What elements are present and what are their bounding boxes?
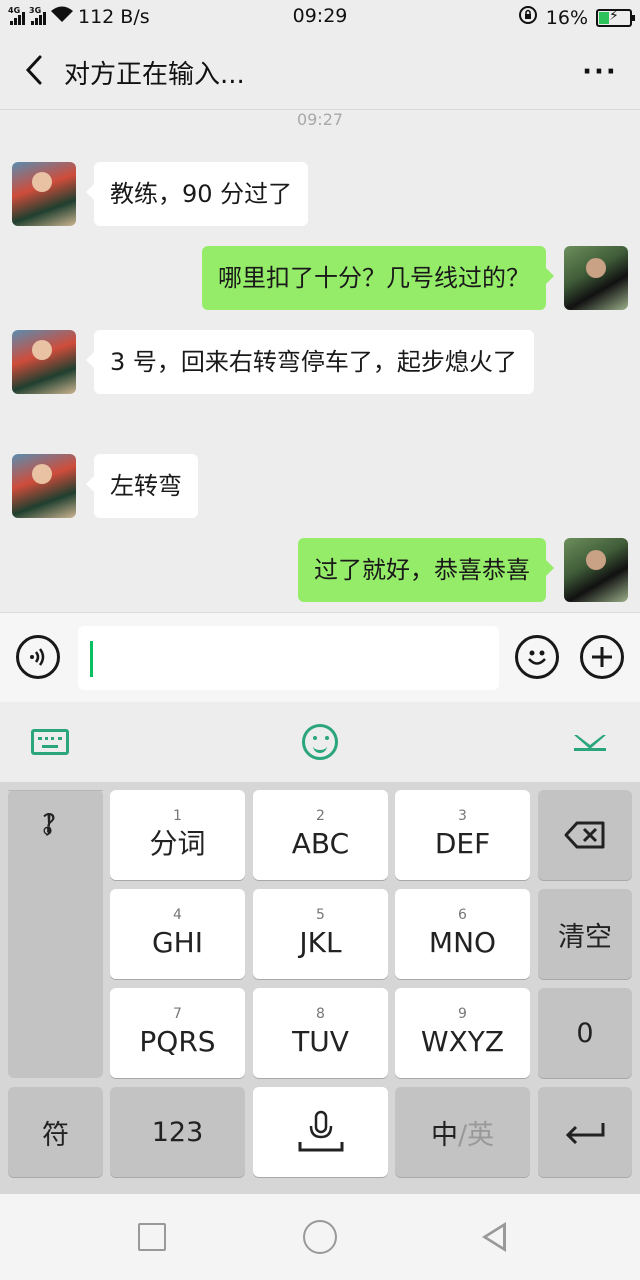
message-input[interactable] xyxy=(78,626,499,690)
key-3[interactable]: 3 DEF xyxy=(395,790,530,880)
emoji-button[interactable] xyxy=(515,635,559,679)
key-number: 2 xyxy=(316,808,325,824)
status-right: 16% ⚡ xyxy=(518,5,635,30)
clear-key[interactable]: 清空 xyxy=(538,889,632,979)
space-voice-key[interactable] xyxy=(253,1087,388,1177)
message-bubble[interactable]: 教练，90 分过了 xyxy=(85,162,309,226)
hide-keyboard-icon[interactable] xyxy=(570,720,610,764)
chat-title: 对方正在输入... xyxy=(64,60,245,90)
battery-icon: ⚡ xyxy=(596,8,635,27)
system-back-icon[interactable] xyxy=(478,1220,512,1254)
key-number: 3 xyxy=(458,808,467,824)
battery-percent: 16% xyxy=(545,6,588,29)
back-arrow-icon xyxy=(25,55,42,85)
key-label: WXYZ xyxy=(420,1025,505,1058)
key-label: ABC xyxy=(291,827,350,860)
lang-secondary: 英 xyxy=(467,1119,495,1151)
number-mode-key[interactable]: 123 xyxy=(110,1087,245,1177)
keyboard-toolbar xyxy=(0,702,640,782)
rotation-lock-icon xyxy=(518,5,538,30)
language-switch-key[interactable]: 中/英 xyxy=(395,1087,530,1177)
contact-avatar[interactable] xyxy=(12,330,76,394)
message-timestamp: 09:27 xyxy=(296,110,344,129)
chat-header: 对方正在输入... ··· xyxy=(0,34,640,110)
message-bubble[interactable]: 哪里扣了十分？几号线过的？ xyxy=(202,246,554,310)
home-icon[interactable] xyxy=(303,1220,337,1254)
microphone-icon xyxy=(298,1110,343,1152)
lang-primary: 中 xyxy=(430,1119,458,1151)
chat-area[interactable]: 09:27 教练，90 分过了 哪里扣了十分？几号线过的？ 3 号，回来右转弯停… xyxy=(0,110,640,612)
message-bubble[interactable]: 3 号，回来右转弯停车了，起步熄火了 xyxy=(86,330,534,394)
language-label: 中/英 xyxy=(431,1113,494,1152)
more-functions-button[interactable] xyxy=(580,635,624,679)
key-label: 0 xyxy=(576,1017,594,1049)
key-label: 123 xyxy=(151,1116,204,1148)
key-8[interactable]: 8 TUV xyxy=(253,988,388,1078)
punctuation-column[interactable]: ， 。 ？ ！ xyxy=(8,790,103,1078)
key-label: TUV xyxy=(292,1025,349,1058)
plus-icon xyxy=(592,647,612,667)
key-6[interactable]: 6 MNO xyxy=(395,889,530,979)
more-options-button[interactable]: ··· xyxy=(578,52,622,92)
system-navigation-bar xyxy=(0,1194,640,1280)
message-bubble[interactable]: 过了就好，恭喜恭喜 xyxy=(298,538,554,602)
contact-avatar[interactable] xyxy=(12,454,76,518)
key-1[interactable]: 1 分词 xyxy=(110,790,245,880)
keyboard-icon[interactable] xyxy=(30,720,70,764)
symbol-key[interactable]: 符 xyxy=(8,1087,103,1177)
contact-avatar[interactable] xyxy=(12,162,76,226)
key-number: 6 xyxy=(458,907,467,923)
smiley-icon[interactable] xyxy=(300,720,340,764)
key-number: 8 xyxy=(316,1006,325,1022)
key-label: 分词 xyxy=(149,827,206,860)
self-avatar[interactable] xyxy=(564,538,628,602)
text-cursor xyxy=(90,641,93,677)
backspace-icon xyxy=(564,821,605,849)
voice-icon xyxy=(30,648,45,666)
recent-apps-icon[interactable] xyxy=(138,1223,166,1251)
zero-key[interactable]: 0 xyxy=(538,988,632,1078)
key-number: 9 xyxy=(458,1006,467,1022)
key-label: MNO xyxy=(428,926,497,959)
backspace-key[interactable] xyxy=(538,790,632,880)
key-label: PQRS xyxy=(139,1025,216,1058)
key-label: 清空 xyxy=(558,921,612,953)
enter-icon xyxy=(565,1123,605,1145)
key-number: 5 xyxy=(316,907,325,923)
enter-key[interactable] xyxy=(538,1087,632,1177)
key-label: DEF xyxy=(434,827,491,860)
message-bubble[interactable]: 左转弯 xyxy=(86,454,198,518)
emoji-icon xyxy=(528,650,546,665)
back-button[interactable] xyxy=(14,50,54,90)
key-4[interactable]: 4 GHI xyxy=(110,889,245,979)
key-5[interactable]: 5 JKL xyxy=(253,889,388,979)
self-avatar[interactable] xyxy=(564,246,628,310)
lang-separator: / xyxy=(457,1119,468,1151)
message-input-bar xyxy=(0,612,640,702)
status-bar: 4G 3G 112 B/s 09:29 16% ⚡ xyxy=(0,0,640,34)
key-number: 7 xyxy=(173,1006,182,1022)
key-label: 符 xyxy=(42,1119,69,1151)
key-label: GHI xyxy=(151,926,203,959)
key-number: 4 xyxy=(173,907,182,923)
ime-keyboard: ， 。 ？ ！ 1 分词 2 ABC 3 DEF 4 GHI 5 JKL 6 M… xyxy=(0,782,640,1194)
key-7[interactable]: 7 PQRS xyxy=(110,988,245,1078)
key-9[interactable]: 9 WXYZ xyxy=(395,988,530,1078)
voice-button[interactable] xyxy=(16,635,60,679)
key-label: JKL xyxy=(299,926,342,959)
punct-exclaim-key[interactable]: ！ xyxy=(8,790,103,854)
key-number: 1 xyxy=(173,808,182,824)
key-2[interactable]: 2 ABC xyxy=(253,790,388,880)
